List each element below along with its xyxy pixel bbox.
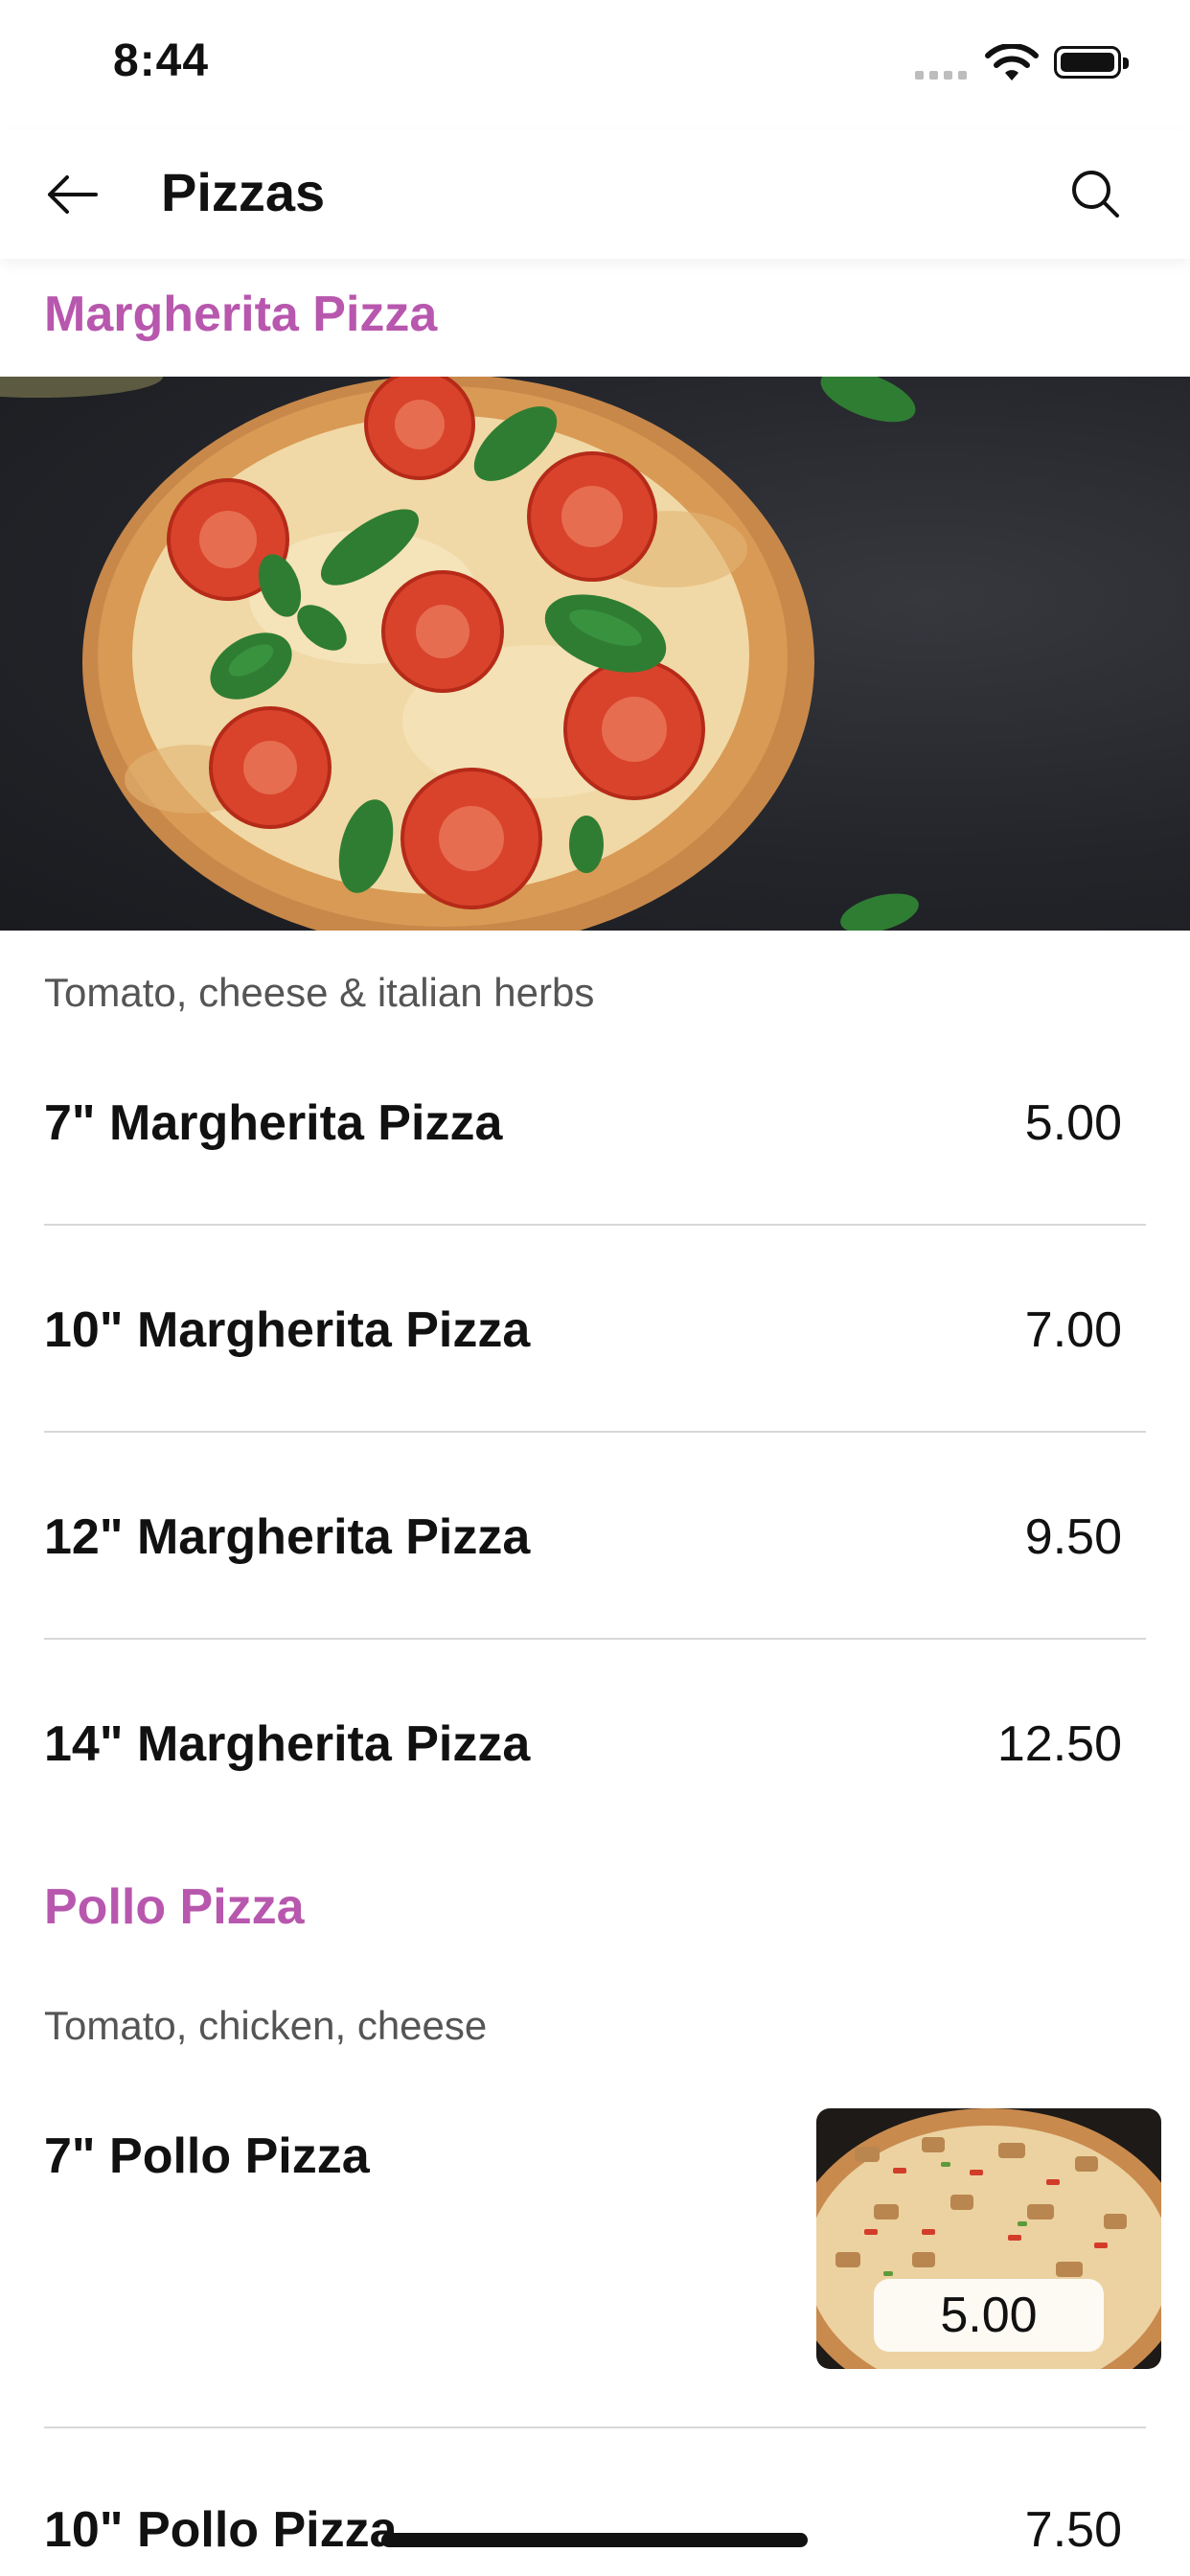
menu-item-name: 10" Margherita Pizza bbox=[44, 1302, 531, 1358]
menu-item-name: 7" Margherita Pizza bbox=[44, 1095, 503, 1151]
menu-item-price: 5.00 bbox=[1024, 1095, 1122, 1151]
page-title: Pizzas bbox=[161, 162, 326, 222]
battery-icon bbox=[1054, 46, 1129, 79]
menu-item-name: 12" Margherita Pizza bbox=[44, 1509, 531, 1565]
section-title-margherita: Margherita Pizza bbox=[44, 287, 438, 342]
status-bar: 8:44 bbox=[0, 0, 1190, 125]
divider bbox=[44, 2426, 1146, 2428]
margherita-pizza-image bbox=[0, 377, 1190, 931]
cellular-signal-icon bbox=[915, 71, 973, 80]
divider bbox=[44, 1224, 1146, 1226]
menu-item-row[interactable]: 14" Margherita Pizza 12.50 bbox=[44, 1650, 1146, 1842]
menu-item-name: 14" Margherita Pizza bbox=[44, 1716, 531, 1772]
navigation-bar: Pizzas bbox=[0, 129, 1190, 259]
menu-item-row[interactable]: 10" Pollo Pizza 7.50 bbox=[44, 2440, 1146, 2576]
menu-item-price: 7.50 bbox=[1024, 2502, 1122, 2558]
menu-item-price: 12.50 bbox=[996, 1716, 1122, 1772]
menu-item-price: 9.50 bbox=[1024, 1509, 1122, 1565]
status-time: 8:44 bbox=[113, 35, 210, 86]
divider bbox=[44, 1638, 1146, 1640]
menu-item-price: 7.00 bbox=[1024, 1302, 1122, 1358]
search-icon[interactable] bbox=[1065, 164, 1127, 225]
menu-item-row[interactable]: 10" Margherita Pizza 7.00 bbox=[44, 1236, 1146, 1428]
arrow-left-icon[interactable] bbox=[42, 164, 103, 225]
divider bbox=[44, 1431, 1146, 1433]
menu-item-name: 7" Pollo Pizza bbox=[44, 2128, 370, 2184]
wifi-icon bbox=[985, 44, 1039, 80]
section-description-pollo: Tomato, chicken, cheese bbox=[44, 2003, 488, 2048]
menu-item-name: 10" Pollo Pizza bbox=[44, 2502, 398, 2558]
section-title-pollo: Pollo Pizza bbox=[44, 1879, 305, 1935]
pollo-pizza-thumbnail[interactable]: 5.00 bbox=[816, 2108, 1161, 2369]
menu-item-row[interactable]: 12" Margherita Pizza 9.50 bbox=[44, 1443, 1146, 1635]
menu-item-row[interactable]: 7" Margherita Pizza 5.00 bbox=[44, 1031, 1146, 1223]
home-indicator[interactable] bbox=[381, 2533, 808, 2547]
menu-item-price: 5.00 bbox=[874, 2279, 1104, 2352]
section-description-margherita: Tomato, cheese & italian herbs bbox=[44, 970, 595, 1015]
pizza-illustration bbox=[0, 377, 919, 931]
